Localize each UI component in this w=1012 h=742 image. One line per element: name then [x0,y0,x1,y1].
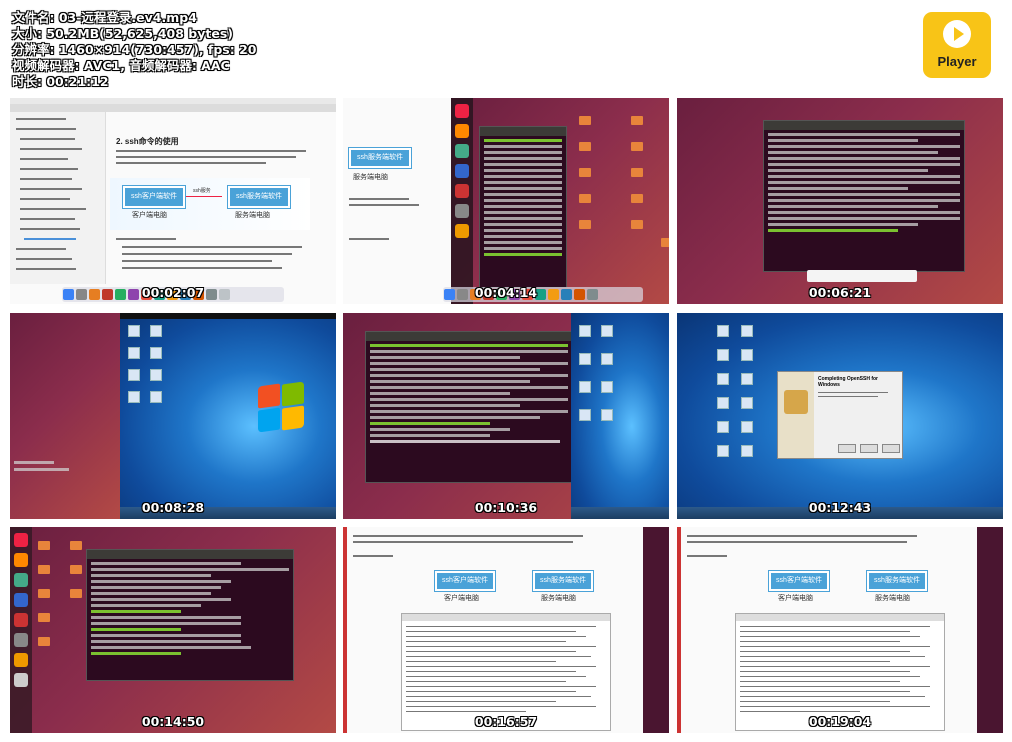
timestamp: 00:14:50 [141,714,205,729]
timestamp: 00:08:28 [141,500,205,515]
timestamp: 00:19:04 [808,714,872,729]
thumbnail-3[interactable]: 00:06:21 [677,98,1003,304]
timestamp: 00:06:21 [808,285,872,300]
thumbnail-5[interactable]: 00:10:36 [343,313,669,519]
play-icon [943,20,971,48]
client-caption: 客户端电脑 [444,595,479,602]
file-duration: 时长: 00:21:12 [12,74,109,89]
file-codec: 视频解码器: AVC1, 音频解码器: AAC [12,58,230,73]
installer-title: Completing OpenSSH for Windows [818,376,878,388]
doc-heading: 2. ssh命令的使用 [116,137,179,146]
timestamp: 00:12:43 [808,500,872,515]
ssh-client-box: ssh客户端软件 [434,570,496,592]
ssh-client-box: ssh客户端软件 [122,185,186,209]
thumbnail-1[interactable]: 2. ssh命令的使用 ssh客户端软件 客户端电脑 ssh服务 ssh服务端软… [10,98,336,304]
server-caption: 服务端电脑 [235,212,270,219]
player-logo: Player [923,12,991,78]
timestamp: 00:02:07 [141,285,205,300]
client-caption: 客户端电脑 [778,595,813,602]
client-caption: 客户端电脑 [132,212,167,219]
ssh-server-box: ssh服务端软件 [532,570,594,592]
timestamp: 00:16:57 [474,714,538,729]
thumbnail-9[interactable]: ssh客户端软件 客户端电脑 ssh服务端软件 服务端电脑 00:19:04 [677,527,1003,733]
thumbnail-4[interactable]: 00:08:28 [10,313,336,519]
ssh-server-box: ssh服务端软件 [227,185,291,209]
ssh-client-box: ssh客户端软件 [768,570,830,592]
timestamp: 00:10:36 [474,500,538,515]
thumbnail-7[interactable]: 00:14:50 [10,527,336,733]
thumbnail-6[interactable]: Completing OpenSSH for Windows 00:12:43 [677,313,1003,519]
ssh-server-box: ssh服务端软件 [348,147,412,169]
arrow-label: ssh服务 [193,188,211,194]
file-name: 文件名: 03-远程登录.ev4.mp4 [12,10,197,25]
file-info: 文件名: 03-远程登录.ev4.mp4 大小: 50.2MB(52,625,4… [12,10,257,90]
server-caption: 服务端电脑 [541,595,576,602]
thumbnail-2[interactable]: ssh服务端软件 服务端电脑 00:04:14 [343,98,669,304]
timestamp: 00:04:14 [474,285,538,300]
ssh-server-box: ssh服务端软件 [866,570,928,592]
thumbnail-8[interactable]: ssh客户端软件 客户端电脑 ssh服务端软件 服务端电脑 00:16:57 [343,527,669,733]
player-logo-label: Player [937,54,977,69]
file-resolution: 分辨率: 1460×914(730:457), fps: 20 [12,42,257,57]
server-caption: 服务端电脑 [353,174,388,181]
file-size: 大小: 50.2MB(52,625,408 bytes) [12,26,234,41]
server-caption: 服务端电脑 [875,595,910,602]
